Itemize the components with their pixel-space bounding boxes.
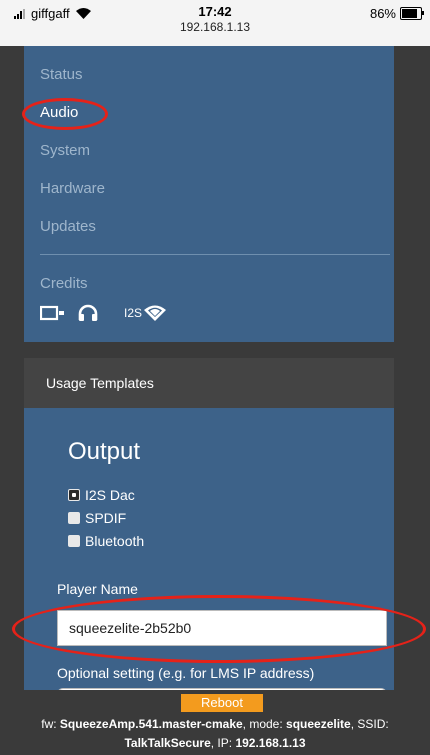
output-status-icons: I2S (40, 304, 167, 322)
card-header[interactable]: Usage Templates (24, 358, 394, 408)
menu-item-status[interactable]: Status (40, 66, 83, 83)
ip-prefix: , IP: (210, 736, 236, 750)
menu-item-updates[interactable]: Updates (40, 218, 96, 235)
option-label: SPDIF (85, 510, 127, 526)
optional-setting-label: Optional setting (e.g. for LMS IP addres… (57, 665, 315, 681)
menu-item-audio[interactable]: Audio (40, 104, 78, 121)
output-title: Output (68, 438, 141, 465)
radio-bluetooth[interactable] (68, 535, 80, 547)
battery-percent: 86% (369, 6, 396, 21)
radio-i2s-dac[interactable] (68, 489, 80, 501)
clock: 17:42 (198, 4, 232, 19)
firmware-info: fw: SqueezeAmp.541.master-cmake, mode: s… (0, 715, 430, 753)
menu-item-credits[interactable]: Credits (40, 275, 88, 292)
battery-icon (400, 7, 424, 20)
footer: Reboot fw: SqueezeAmp.541.master-cmake, … (0, 690, 430, 755)
reboot-button[interactable]: Reboot (181, 694, 263, 712)
mode-prefix: , mode: (242, 717, 287, 731)
fw-value: SqueezeAmp.541.master-cmake (59, 717, 243, 731)
ssid-prefix: , SSID: (350, 717, 389, 731)
radio-spdif[interactable] (68, 512, 80, 524)
speaker-output-icon (40, 305, 64, 321)
battery-area: 86% (369, 6, 424, 21)
page-url[interactable]: 192.168.1.13 (0, 20, 430, 34)
card-header-title: Usage Templates (46, 375, 154, 391)
side-menu: Status Audio System Hardware Updates Cre… (24, 46, 394, 342)
wifi-status-icon (144, 305, 167, 321)
option-i2s-dac[interactable]: I2S Dac (68, 487, 135, 503)
menu-item-system[interactable]: System (40, 142, 90, 159)
option-label: I2S Dac (85, 487, 135, 503)
status-center: 17:42 192.168.1.13 (0, 4, 430, 34)
player-name-label: Player Name (57, 581, 138, 597)
option-label: Bluetooth (85, 533, 145, 549)
ssid-value: TalkTalkSecure (124, 736, 211, 750)
option-bluetooth[interactable]: Bluetooth (68, 533, 144, 549)
menu-item-hardware[interactable]: Hardware (40, 180, 105, 197)
headphones-icon (78, 304, 98, 321)
i2s-label: I2S (124, 306, 143, 320)
mode-value: squeezelite (286, 717, 351, 731)
status-bar: giffgaff 17:42 192.168.1.13 86% (0, 0, 430, 46)
ip-value: 192.168.1.13 (235, 736, 306, 750)
player-name-input[interactable] (57, 610, 387, 646)
fw-prefix: fw: (41, 717, 60, 731)
menu-divider (40, 254, 390, 255)
option-spdif[interactable]: SPDIF (68, 510, 126, 526)
